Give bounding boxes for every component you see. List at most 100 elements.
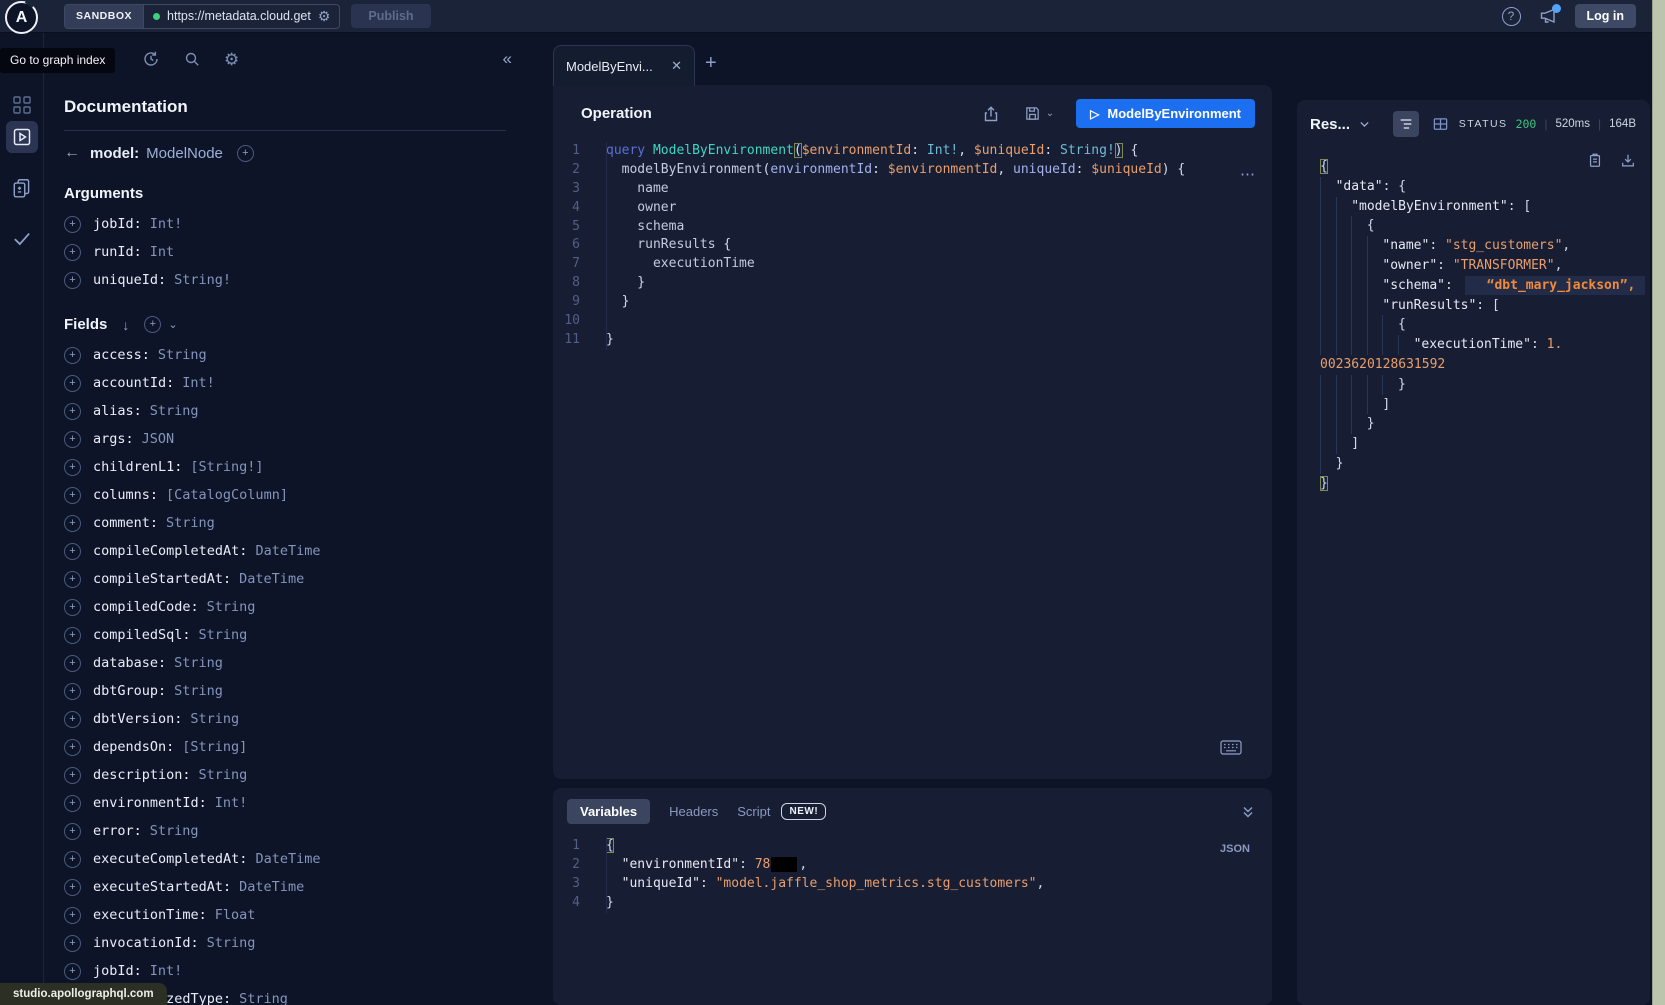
add-fields-chevron-icon[interactable]: ⌄: [168, 318, 177, 331]
collections-nav-icon[interactable]: [11, 177, 33, 199]
save-options-chevron-icon[interactable]: ⌄: [1046, 108, 1054, 119]
operation-overflow-menu-icon[interactable]: ⋯: [1240, 165, 1256, 183]
add-field-icon[interactable]: +: [64, 851, 81, 868]
add-field-icon[interactable]: +: [64, 459, 81, 476]
history-icon[interactable]: [142, 50, 160, 68]
share-operation-icon[interactable]: [982, 105, 1000, 123]
field-row[interactable]: + comment: String: [64, 509, 506, 537]
field-row[interactable]: + description: String: [64, 761, 506, 789]
tree-view-toggle-icon[interactable]: [1393, 111, 1419, 137]
add-field-icon[interactable]: +: [64, 767, 81, 784]
field-row[interactable]: + jobId: Int!: [64, 957, 506, 985]
field-row[interactable]: + columns: [CatalogColumn]: [64, 481, 506, 509]
field-row[interactable]: + compileCompletedAt: DateTime: [64, 537, 506, 565]
add-field-icon[interactable]: +: [64, 515, 81, 532]
add-field-icon[interactable]: +: [64, 403, 81, 420]
graph-index-icon[interactable]: [12, 95, 32, 115]
collapse-panel-icon[interactable]: «: [503, 49, 512, 69]
add-field-icon[interactable]: +: [64, 571, 81, 588]
field-row[interactable]: + alias: String: [64, 397, 506, 425]
login-button[interactable]: Log in: [1575, 4, 1637, 28]
field-row[interactable]: + compileStartedAt: DateTime: [64, 565, 506, 593]
endpoint-url-input[interactable]: https://metadata.cloud.get: [167, 9, 311, 23]
add-field-icon[interactable]: +: [64, 487, 81, 504]
add-all-fields-icon[interactable]: +: [144, 316, 161, 333]
add-field-icon[interactable]: +: [64, 879, 81, 896]
field-row[interactable]: + error: String: [64, 817, 506, 845]
field-row[interactable]: + database: String: [64, 649, 506, 677]
explorer-nav-icon[interactable]: [6, 121, 38, 153]
add-field-icon[interactable]: +: [64, 739, 81, 756]
field-row[interactable]: + childrenL1: [String!]: [64, 453, 506, 481]
variables-editor[interactable]: 1{2 "environmentId": 78,3 "uniqueId": "m…: [553, 837, 1272, 913]
table-view-toggle-icon[interactable]: [1432, 116, 1449, 133]
back-arrow-icon[interactable]: ←: [64, 144, 90, 162]
field-row[interactable]: + dbtGroup: String: [64, 677, 506, 705]
keyboard-shortcuts-icon[interactable]: [1220, 740, 1242, 755]
field-row[interactable]: + dbtVersion: String: [64, 705, 506, 733]
copy-response-icon[interactable]: [1587, 152, 1603, 169]
response-dropdown-chevron-icon[interactable]: [1358, 118, 1371, 131]
field-row[interactable]: + executeStartedAt: DateTime: [64, 873, 506, 901]
add-field-icon[interactable]: +: [64, 627, 81, 644]
tab-headers[interactable]: Headers: [669, 804, 718, 819]
new-tab-icon[interactable]: +: [705, 52, 717, 75]
add-field-icon[interactable]: +: [64, 543, 81, 560]
run-operation-button[interactable]: ▷ ModelByEnvironment: [1076, 99, 1255, 128]
sandbox-url-control[interactable]: SANDBOX https://metadata.cloud.get ⚙: [64, 4, 340, 29]
sort-fields-icon[interactable]: ↓: [122, 317, 129, 333]
field-row[interactable]: + executionTime: Float: [64, 901, 506, 929]
code-line: }: [1320, 375, 1650, 395]
add-field-icon[interactable]: +: [64, 599, 81, 616]
add-field-icon[interactable]: +: [64, 935, 81, 952]
add-field-icon[interactable]: +: [237, 145, 254, 162]
add-field-icon[interactable]: +: [64, 655, 81, 672]
apollo-logo[interactable]: A: [5, 1, 38, 34]
add-field-icon[interactable]: +: [64, 431, 81, 448]
download-response-icon[interactable]: [1620, 152, 1636, 169]
announcements-megaphone-icon[interactable]: [1539, 8, 1557, 24]
save-operation-icon[interactable]: [1024, 105, 1041, 122]
variables-code[interactable]: 1{2 "environmentId": 78,3 "uniqueId": "m…: [553, 837, 1272, 913]
publish-button[interactable]: Publish: [351, 4, 430, 28]
add-field-icon[interactable]: +: [64, 347, 81, 364]
add-field-icon[interactable]: +: [64, 963, 81, 980]
argument-row[interactable]: + uniqueId: String!: [64, 266, 506, 294]
add-field-icon[interactable]: +: [64, 683, 81, 700]
add-field-icon[interactable]: +: [64, 823, 81, 840]
explorer-settings-gear-icon[interactable]: ⚙: [224, 51, 239, 68]
breadcrumb-type-link[interactable]: ModelNode: [146, 145, 223, 162]
field-row[interactable]: + invocationId: String: [64, 929, 506, 957]
tab-variables[interactable]: Variables: [567, 799, 650, 824]
field-row[interactable]: + compiledCode: String: [64, 593, 506, 621]
operation-code[interactable]: 1query ModelByEnvironment($environmentId…: [553, 142, 1272, 350]
add-field-icon[interactable]: +: [64, 907, 81, 924]
collapse-variables-icon[interactable]: [1240, 804, 1256, 820]
add-argument-icon[interactable]: +: [64, 244, 81, 261]
add-field-icon[interactable]: +: [64, 795, 81, 812]
field-row[interactable]: + compiledSql: String: [64, 621, 506, 649]
tab-script[interactable]: Script: [737, 804, 770, 819]
code-line: 1{: [553, 837, 1272, 856]
close-tab-icon[interactable]: ✕: [671, 58, 682, 74]
field-row[interactable]: + environmentId: Int!: [64, 789, 506, 817]
endpoint-settings-gear-icon[interactable]: ⚙: [318, 9, 331, 23]
response-viewer[interactable]: {"data": {"modelByEnvironment": [{"name"…: [1297, 145, 1650, 494]
checks-nav-icon[interactable]: [11, 227, 33, 249]
add-argument-icon[interactable]: +: [64, 216, 81, 233]
field-row[interactable]: + executeCompletedAt: DateTime: [64, 845, 506, 873]
operation-tab[interactable]: ModelByEnvi... ✕: [553, 45, 695, 86]
operation-editor[interactable]: 1query ModelByEnvironment($environmentId…: [553, 142, 1272, 350]
add-field-icon[interactable]: +: [64, 711, 81, 728]
argument-row[interactable]: + runId: Int: [64, 238, 506, 266]
search-icon[interactable]: [183, 50, 201, 68]
field-row[interactable]: + args: JSON: [64, 425, 506, 453]
add-argument-icon[interactable]: +: [64, 272, 81, 289]
field-row[interactable]: + accountId: Int!: [64, 369, 506, 397]
field-row[interactable]: + access: String: [64, 341, 506, 369]
argument-row[interactable]: + jobId: Int!: [64, 210, 506, 238]
add-field-icon[interactable]: +: [64, 375, 81, 392]
help-icon[interactable]: ?: [1502, 7, 1521, 26]
field-row[interactable]: + dependsOn: [String]: [64, 733, 506, 761]
field-type: [String]: [182, 739, 247, 755]
